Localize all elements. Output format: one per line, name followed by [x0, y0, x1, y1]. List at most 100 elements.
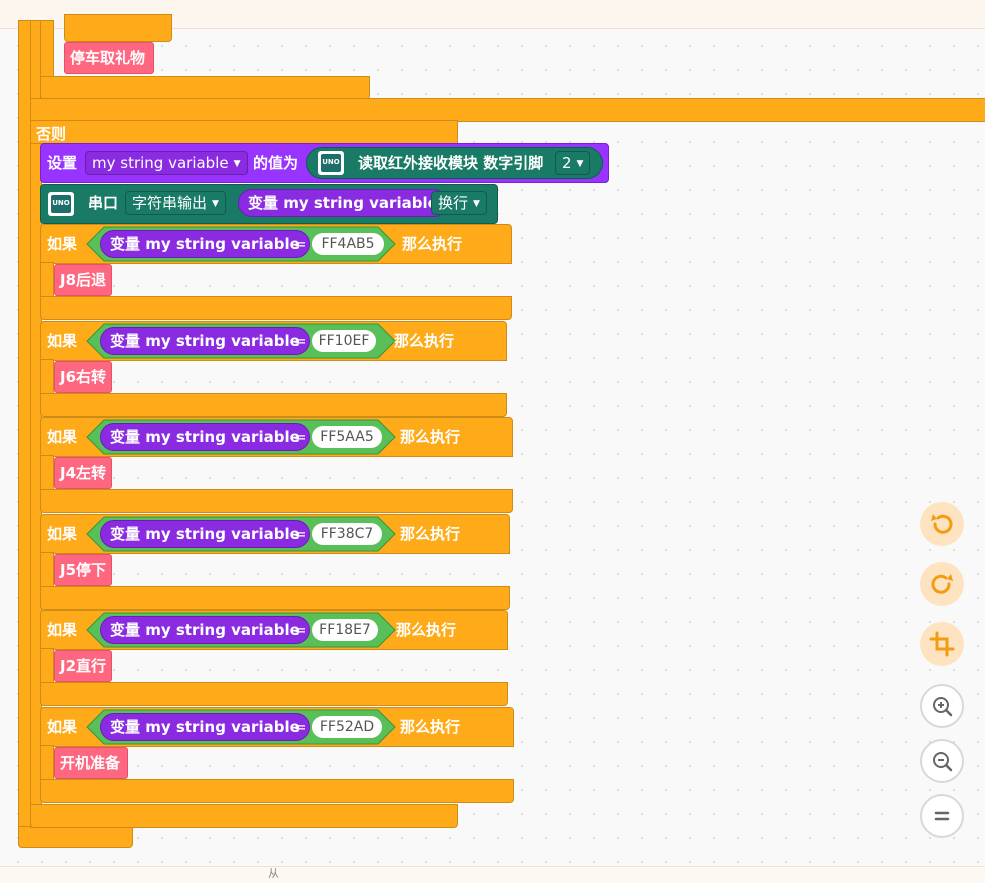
ir-read-label: 读取红外接收模块 数字引脚: [358, 154, 544, 172]
then-label: 那么执行: [400, 718, 461, 736]
variable-prefix: 变量: [110, 525, 141, 543]
action-block[interactable]: J5停下: [54, 554, 112, 586]
if-label: 如果: [47, 525, 78, 543]
action-block[interactable]: J4左转: [54, 457, 112, 489]
if-block-footer[interactable]: [40, 489, 513, 513]
variable-name: my string variable: [283, 194, 438, 212]
variable-prefix: 变量: [110, 621, 141, 639]
action-block[interactable]: J6右转: [54, 361, 112, 393]
variable-reporter[interactable]: 变量 my string variable: [100, 713, 310, 741]
inner-if-bottom[interactable]: [40, 76, 370, 100]
if-block-footer[interactable]: [40, 779, 514, 803]
redo-button[interactable]: [920, 562, 964, 606]
undo-button[interactable]: [920, 502, 964, 546]
if-block-rail[interactable]: [40, 262, 54, 300]
if-label: 如果: [47, 235, 78, 253]
variable-name: my string variable: [145, 332, 300, 350]
crop-icon: [929, 631, 955, 657]
compare-value-input[interactable]: FF10EF: [312, 330, 376, 352]
variable-dropdown[interactable]: my string variable ▼: [85, 151, 248, 175]
uno-board-icon: UNO: [48, 192, 74, 216]
compare-value-input[interactable]: FF38C7: [312, 523, 382, 545]
variable-name: my string variable: [145, 718, 300, 736]
variable-name: my string variable: [145, 428, 300, 446]
equals-sign: =: [294, 525, 307, 543]
reset-zoom-button[interactable]: [920, 794, 964, 838]
pin-dropdown[interactable]: 2 ▼: [555, 151, 591, 175]
serial-label: 串口: [88, 194, 119, 212]
if-label: 如果: [47, 332, 78, 350]
newline-dropdown[interactable]: 换行 ▼: [431, 191, 487, 215]
dropdown-arrow-icon: ▼: [212, 199, 219, 209]
serial-mode-dropdown[interactable]: 字符串输出 ▼: [125, 191, 226, 215]
action-block[interactable]: J8后退: [54, 264, 112, 296]
variable-name: my string variable: [145, 525, 300, 543]
variable-prefix: 变量: [110, 332, 141, 350]
if-else-block-bottom[interactable]: [30, 804, 458, 828]
variable-reporter[interactable]: 变量 my string variable: [238, 189, 448, 217]
equals-sign: =: [294, 235, 307, 253]
if-block-footer[interactable]: [40, 586, 510, 610]
forever-block-bottom[interactable]: [18, 826, 133, 848]
if-block-footer[interactable]: [40, 682, 508, 706]
reset-zoom-icon: [934, 811, 950, 821]
crop-button[interactable]: [920, 622, 964, 666]
set-label: 设置: [47, 154, 78, 172]
zoom-in-button[interactable]: [920, 684, 964, 728]
then-label: 那么执行: [394, 332, 455, 350]
zoom-out-button[interactable]: [920, 739, 964, 783]
if-block-rail[interactable]: [40, 552, 54, 590]
action-block[interactable]: J2直行: [54, 650, 112, 682]
equals-sign: =: [294, 428, 307, 446]
if-block-rail[interactable]: [40, 455, 54, 493]
bottom-text: 从: [268, 867, 279, 880]
wide-control-block[interactable]: [30, 98, 985, 122]
dropdown-arrow-icon: ▼: [233, 159, 241, 169]
undo-icon: [931, 514, 953, 534]
compare-value-input[interactable]: FF5AA5: [312, 426, 382, 448]
dropdown-arrow-icon: ▼: [576, 159, 584, 169]
variable-reporter[interactable]: 变量 my string variable: [100, 327, 310, 355]
variable-reporter[interactable]: 变量 my string variable: [100, 520, 310, 548]
if-block-rail[interactable]: [40, 745, 54, 783]
variable-reporter[interactable]: 变量 my string variable: [100, 230, 310, 258]
zoom-out-icon: [933, 752, 953, 772]
variable-prefix: 变量: [110, 718, 141, 736]
serial-mode-text: 字符串输出: [132, 194, 208, 212]
equals-sign: =: [294, 332, 307, 350]
if-block-rail[interactable]: [40, 648, 54, 686]
variable-prefix: 变量: [110, 428, 141, 446]
then-label: 那么执行: [396, 621, 457, 639]
then-label: 那么执行: [400, 525, 461, 543]
if-label: 如果: [47, 621, 78, 639]
newline-text: 换行: [438, 194, 469, 212]
if-label: 如果: [47, 718, 78, 736]
equals-sign: =: [294, 621, 307, 639]
compare-value-input[interactable]: FF4AB5: [312, 233, 384, 255]
if-block-rail[interactable]: [40, 359, 54, 397]
then-label: 那么执行: [400, 428, 461, 446]
value-label: 的值为: [253, 154, 299, 172]
if-label: 如果: [47, 428, 78, 446]
blocks-workspace[interactable]: 否则 停车取礼物 设置 my string variable ▼ 的值为 UNO …: [0, 0, 985, 883]
variable-reporter[interactable]: 变量 my string variable: [100, 423, 310, 451]
compare-value-input[interactable]: FF52AD: [312, 716, 382, 738]
zoom-in-icon: [933, 697, 953, 717]
dropdown-arrow-icon: ▼: [473, 199, 480, 209]
bottom-strip: 从: [0, 866, 985, 883]
compare-value-input[interactable]: FF18E7: [312, 619, 378, 641]
redo-icon: [931, 574, 953, 594]
variable-prefix: 变量: [110, 235, 141, 253]
variable-reporter[interactable]: 变量 my string variable: [100, 616, 310, 644]
pin-dropdown-text: 2: [562, 154, 572, 172]
variable-name: my string variable: [145, 235, 300, 253]
stop-gift-block[interactable]: 停车取礼物: [64, 42, 154, 74]
else-header[interactable]: [30, 120, 458, 144]
if-block-footer[interactable]: [40, 296, 512, 320]
if-block-footer[interactable]: [40, 393, 507, 417]
wait-block[interactable]: [64, 14, 172, 42]
else-label: 否则: [36, 125, 67, 143]
equals-sign: =: [294, 718, 307, 736]
action-block[interactable]: 开机准备: [54, 747, 128, 779]
then-label: 那么执行: [402, 235, 463, 253]
